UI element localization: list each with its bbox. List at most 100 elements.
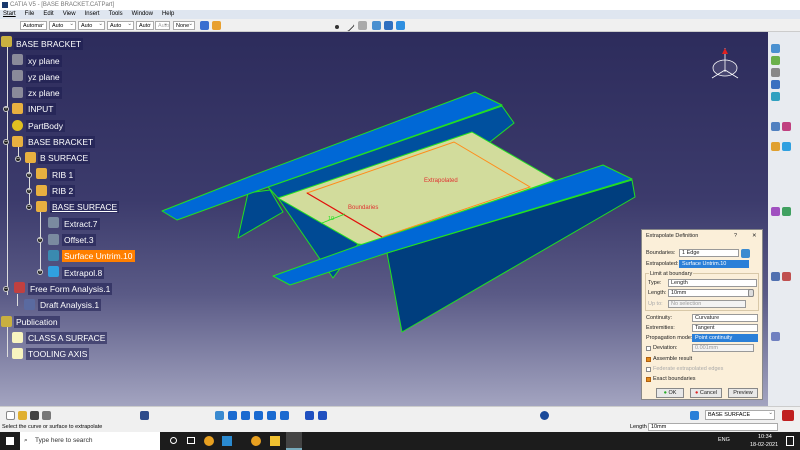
file-explorer-icon[interactable]: [270, 436, 280, 446]
tree-item-extrapol-8[interactable]: Extrapol.8: [62, 267, 105, 279]
exact-boundaries-checkbox[interactable]: [646, 377, 651, 382]
formula-icon[interactable]: [140, 411, 149, 420]
tree-item-class-a-surface[interactable]: CLASS A SURFACE: [26, 332, 108, 344]
plane-icon[interactable]: [771, 68, 780, 77]
length-spinner[interactable]: [748, 289, 754, 297]
collapse-icon[interactable]: –: [3, 286, 9, 292]
tree-item-extract-7[interactable]: Extract.7: [62, 218, 100, 230]
tree-item-partbody[interactable]: PartBody: [26, 120, 65, 132]
type-select[interactable]: Length: [668, 279, 757, 287]
cancel-button[interactable]: ● Cancel: [690, 388, 722, 398]
extrude-icon[interactable]: [771, 80, 780, 89]
save-icon[interactable]: [30, 411, 39, 420]
tree-item-rib-1[interactable]: RIB 1: [50, 169, 76, 181]
point-icon[interactable]: [771, 56, 780, 65]
zoom-out-icon[interactable]: [280, 411, 289, 420]
chrome-icon[interactable]: [251, 436, 261, 446]
clock-date[interactable]: 18-02-2021: [750, 442, 778, 448]
paint-brush-icon[interactable]: [200, 21, 209, 30]
clock-time[interactable]: 10:34: [758, 434, 772, 440]
line-icon[interactable]: [342, 19, 355, 32]
open-icon[interactable]: [18, 411, 27, 420]
point-type-select[interactable]: Auto: [136, 20, 154, 30]
draft-analysis-icon[interactable]: [782, 272, 791, 281]
color-select[interactable]: Automa: [20, 20, 47, 30]
app-icon[interactable]: [222, 436, 232, 446]
upto-field[interactable]: No selection: [668, 300, 746, 308]
tree-item-base-surface[interactable]: BASE SURFACE: [50, 201, 120, 213]
menu-file[interactable]: File: [25, 10, 35, 19]
new-icon[interactable]: [6, 411, 15, 420]
language-indicator[interactable]: ENG: [718, 437, 730, 443]
tree-item-xy-plane[interactable]: xy plane: [26, 55, 62, 67]
tree-item-publication[interactable]: Publication: [14, 316, 60, 328]
split-icon[interactable]: [782, 122, 791, 131]
sketch-icon[interactable]: [771, 44, 780, 53]
boundaries-edit-icon[interactable]: [741, 249, 750, 258]
length-input[interactable]: 10mm: [648, 423, 778, 431]
line-type-select[interactable]: Auto: [107, 20, 134, 30]
chrome-icon[interactable]: [204, 436, 214, 446]
preview-button[interactable]: Preview: [728, 388, 758, 398]
transparency-select[interactable]: Auto: [49, 20, 76, 30]
tree-item-base-bracket[interactable]: BASE BRACKET: [26, 136, 96, 148]
rotate-view-icon[interactable]: [254, 411, 263, 420]
length-field[interactable]: 10mm: [668, 289, 753, 297]
revolve-icon[interactable]: [384, 21, 393, 30]
compass-icon[interactable]: [711, 48, 739, 79]
fit-all-icon[interactable]: [228, 411, 237, 420]
extrapolate-icon[interactable]: [782, 142, 791, 151]
work-object-select[interactable]: BASE SURFACE: [705, 409, 775, 420]
shading-icon[interactable]: [318, 411, 327, 420]
extrapolated-field[interactable]: Surface Untrim.10: [679, 260, 749, 268]
tree-item-b-surface[interactable]: B SURFACE: [38, 152, 91, 164]
assemble-result-checkbox[interactable]: [646, 357, 651, 362]
join-icon[interactable]: [771, 122, 780, 131]
law-icon[interactable]: [771, 332, 780, 341]
tree-item-surface-untrim-10[interactable]: Surface Untrim.10: [62, 250, 135, 262]
task-view-icon[interactable]: [187, 437, 195, 444]
ok-button[interactable]: ● OK: [656, 388, 684, 398]
tree-item-root[interactable]: BASE BRACKET: [14, 38, 84, 50]
properties-painter-icon[interactable]: [212, 21, 221, 30]
federate-checkbox[interactable]: [646, 367, 651, 372]
tree-item-zx-plane[interactable]: zx plane: [26, 87, 62, 99]
windows-start-icon[interactable]: [6, 437, 14, 445]
expand-icon[interactable]: +: [37, 269, 43, 275]
collapse-icon[interactable]: –: [26, 204, 32, 210]
tree-item-rib-2[interactable]: RIB 2: [50, 185, 76, 197]
rotate-icon[interactable]: [782, 207, 791, 216]
cortana-icon[interactable]: [170, 437, 177, 444]
offset-icon[interactable]: [771, 92, 780, 101]
menu-edit[interactable]: Edit: [43, 10, 53, 19]
menu-view[interactable]: View: [63, 10, 76, 19]
notification-icon[interactable]: [786, 436, 794, 446]
expand-icon[interactable]: +: [26, 172, 32, 178]
iso-view-icon[interactable]: [305, 411, 314, 420]
menu-start[interactable]: Start: [3, 10, 16, 19]
translate-icon[interactable]: [771, 207, 780, 216]
tree-item-offset-3[interactable]: Offset.3: [62, 234, 96, 246]
menu-window[interactable]: Window: [132, 10, 153, 19]
define-in-work-object-icon[interactable]: [690, 411, 699, 420]
boundaries-field[interactable]: 1 Edge: [679, 249, 739, 257]
print-icon[interactable]: [42, 411, 51, 420]
tree-item-tooling-axis[interactable]: TOOLING AXIS: [26, 348, 90, 360]
sphere-icon[interactable]: [396, 21, 405, 30]
menu-help[interactable]: Help: [162, 10, 174, 19]
collapse-icon[interactable]: –: [3, 139, 9, 145]
expand-icon[interactable]: +: [3, 106, 9, 112]
extremities-select[interactable]: Tangent: [692, 324, 758, 332]
continuity-select[interactable]: Curvature: [692, 314, 758, 322]
zoom-in-icon[interactable]: [267, 411, 276, 420]
pan-icon[interactable]: [241, 411, 250, 420]
sketch-analysis-icon[interactable]: [540, 411, 549, 420]
deviation-field[interactable]: 0.001mm: [692, 344, 754, 352]
deviation-checkbox[interactable]: [646, 346, 651, 351]
extrude-icon[interactable]: [372, 21, 381, 30]
analysis-icon[interactable]: [771, 272, 780, 281]
expand-icon[interactable]: +: [37, 237, 43, 243]
tree-item-draft-analysis-1[interactable]: Draft Analysis.1: [38, 299, 102, 311]
catia-taskbar-icon[interactable]: [286, 432, 302, 450]
layer-select[interactable]: None: [173, 20, 195, 30]
